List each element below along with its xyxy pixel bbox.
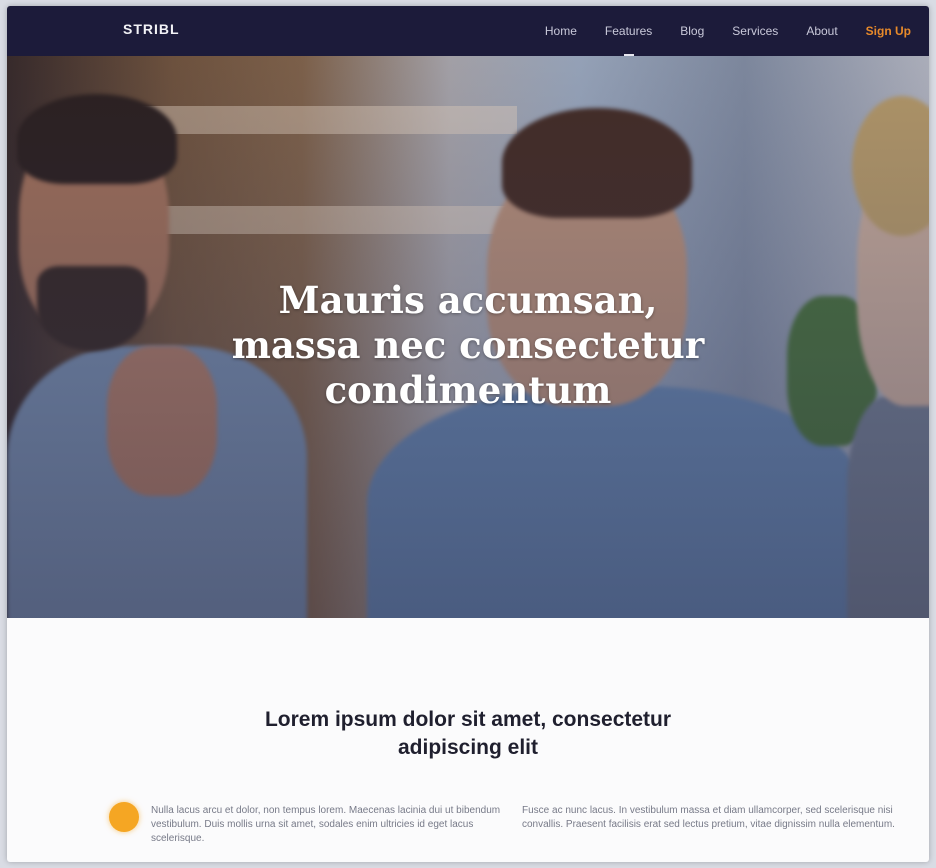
section-title: Lorem ipsum dolor sit amet, consectetur … xyxy=(264,708,672,759)
nav-about[interactable]: About xyxy=(806,24,837,38)
browser-page: STRIBL Home Features Blog Services About… xyxy=(7,6,929,862)
top-navigation-bar: STRIBL Home Features Blog Services About… xyxy=(7,6,929,56)
nav-blog[interactable]: Blog xyxy=(680,24,704,38)
hero-title: Mauris accumsan, massa nec consectetur c… xyxy=(231,278,705,412)
feature-text: Nulla lacus arcu et dolor, non tempus lo… xyxy=(151,805,501,844)
main-nav: Home Features Blog Services About Sign U… xyxy=(545,6,911,56)
nav-signup-button[interactable]: Sign Up xyxy=(866,24,911,38)
intro-paragraph: Fusce ac nunc lacus. In vestibulum massa… xyxy=(522,805,895,830)
nav-home[interactable]: Home xyxy=(545,24,577,38)
nav-services[interactable]: Services xyxy=(732,24,778,38)
feature-icon xyxy=(109,802,139,832)
site-logo[interactable]: STRIBL xyxy=(123,21,180,37)
nav-features[interactable]: Features xyxy=(605,24,652,38)
hero-banner: Mauris accumsan, massa nec consectetur c… xyxy=(7,56,929,618)
